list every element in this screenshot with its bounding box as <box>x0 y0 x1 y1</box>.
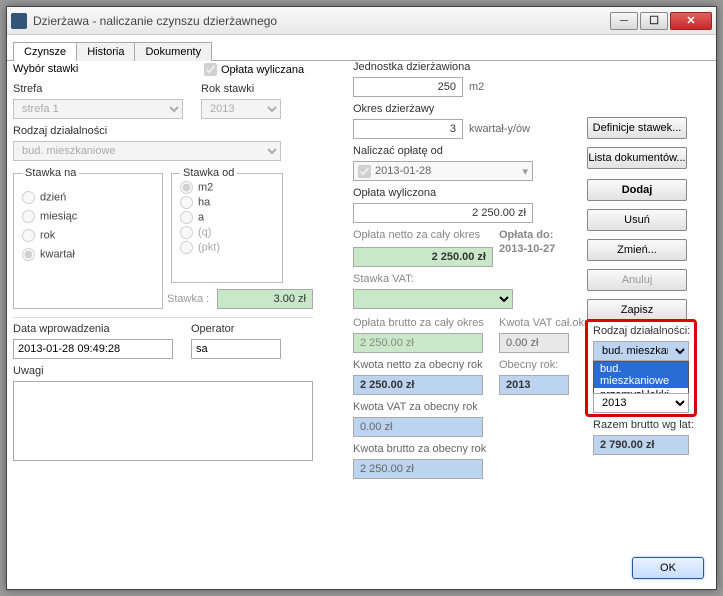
tab-bar: Czynsze Historia Dokumenty <box>7 41 716 61</box>
stawka-na-fieldset: Stawka na dzień miesiąc rok kwartał <box>13 167 163 309</box>
stawka-na-legend: Stawka na <box>22 167 79 179</box>
dodaj-button[interactable]: Dodaj <box>587 179 687 201</box>
stawka-od-legend: Stawka od <box>180 167 237 179</box>
stawka-na-miesiac: miesiąc <box>22 210 154 223</box>
naliczac-value: 2013-01-28 <box>375 165 522 177</box>
tab-dokumenty[interactable]: Dokumenty <box>134 42 212 61</box>
minimize-button[interactable]: ─ <box>610 12 638 30</box>
zmien-button[interactable]: Zmień... <box>587 239 687 261</box>
window-title: Dzierżawa - naliczanie czynszu dzierżawn… <box>33 14 608 28</box>
oplata-netto-okres-value: 2 250.00 zł <box>353 247 493 267</box>
usun-button[interactable]: Usuń <box>587 209 687 231</box>
calendar-icon: ▾ <box>522 165 528 178</box>
oplata-wyliczana-label: Opłata wyliczana <box>221 64 304 76</box>
stawka-od-ha: ha <box>180 196 274 209</box>
kwota-vat-rok-value: 0.00 zł <box>353 417 483 437</box>
stawka-od-pkt: (pkt) <box>180 241 274 254</box>
stawka-na-dzien: dzień <box>22 191 154 204</box>
oplata-wyliczona-value: 2 250.00 zł <box>353 203 533 223</box>
razem-label: Razem brutto wg lat: <box>593 419 694 431</box>
stawka-od-m2: m2 <box>180 181 274 194</box>
oplata-netto-okres-label: Opłata netto za cały okres <box>353 229 480 241</box>
rodzaj-option-mieszkaniowe[interactable]: bud. mieszkaniowe <box>594 362 688 388</box>
oplata-brutto-okres-label: Opłata brutto za cały okres <box>353 317 484 329</box>
zapisz-button[interactable]: Zapisz <box>587 299 687 321</box>
obecny-rok-value: 2013 <box>499 375 569 395</box>
kwota-netto-rok-label: Kwota netto za obecny rok <box>353 359 483 371</box>
kwota-vat-okres-label: Kwota VAT cał.okr <box>499 317 588 329</box>
okres-unit: kwartał-y/ów <box>469 123 530 135</box>
maximize-button[interactable]: ☐ <box>640 12 668 30</box>
tab-czynsze[interactable]: Czynsze <box>13 42 77 61</box>
strefa-label: Strefa <box>13 83 42 95</box>
rok-stawki-label: Rok stawki <box>201 83 254 95</box>
right-year-select[interactable]: 2013 <box>593 393 689 413</box>
oplata-wyliczona-label: Opłata wyliczona <box>353 187 436 199</box>
close-button[interactable]: ✕ <box>670 12 712 30</box>
naliczac-label: Naliczać opłatę od <box>353 145 443 157</box>
ok-button[interactable]: OK <box>632 557 704 579</box>
stawka-vat-select[interactable] <box>353 289 513 309</box>
data-wprowadzenia-input <box>13 339 173 359</box>
oplata-do-value: 2013-10-27 <box>499 243 555 255</box>
oplata-wyliczana-checkbox <box>204 63 217 76</box>
oplata-brutto-okres-value: 2 250.00 zł <box>353 333 483 353</box>
obecny-rok-label: Obecny rok: <box>499 359 558 371</box>
kwota-brutto-rok-value: 2 250.00 zł <box>353 459 483 479</box>
operator-input <box>191 339 281 359</box>
stawka-od-a: a <box>180 211 274 224</box>
right-rodzaj-select[interactable]: bud. mieszkaniowe <box>593 341 689 361</box>
jednostka-label: Jednostka dzierżawiona <box>353 61 470 73</box>
kwota-brutto-rok-label: Kwota brutto za obecny rok <box>353 443 486 455</box>
kwota-vat-okres-value: 0.00 zł <box>499 333 569 353</box>
kwota-netto-rok-value: 2 250.00 zł <box>353 375 483 395</box>
lista-dokumentow-button[interactable]: Lista dokumentów... <box>587 147 687 169</box>
right-rodzaj-label: Rodzaj działalności: <box>593 325 690 337</box>
okres-label: Okres dzierżawy <box>353 103 434 115</box>
stawka-od-q: (q) <box>180 226 274 239</box>
rodzaj-dzialalnosci-select: bud. mieszkaniowe <box>13 141 281 161</box>
stawka-vat-label: Stawka VAT: <box>353 273 414 285</box>
app-icon <box>11 13 27 29</box>
titlebar: Dzierżawa - naliczanie czynszu dzierżawn… <box>7 7 716 35</box>
stawka-value: 3.00 zł <box>217 289 313 309</box>
operator-label: Operator <box>191 323 234 335</box>
data-wprowadzenia-label: Data wprowadzenia <box>13 323 110 335</box>
jednostka-unit: m2 <box>469 81 484 93</box>
okres-value: 3 <box>353 119 463 139</box>
oplata-do-label: Opłata do: <box>499 229 553 241</box>
rok-stawki-select: 2013 <box>201 99 281 119</box>
rodzaj-dzialalnosci-label: Rodzaj działalności <box>13 125 107 137</box>
anuluj-button: Anuluj <box>587 269 687 291</box>
stawka-label: Stawka : <box>167 293 209 305</box>
wybor-stawki-label: Wybór stawki <box>13 63 78 75</box>
stawka-od-fieldset: Stawka od m2 ha a (q) (pkt) <box>171 167 283 283</box>
stawka-na-kwartal: kwartał <box>22 248 154 261</box>
naliczac-checkbox <box>358 165 371 178</box>
kwota-vat-rok-label: Kwota VAT za obecny rok <box>353 401 478 413</box>
definicje-stawek-button[interactable]: Definicje stawek... <box>587 117 687 139</box>
jednostka-value: 250 <box>353 77 463 97</box>
strefa-select: strefa 1 <box>13 99 183 119</box>
razem-value: 2 790.00 zł <box>593 435 689 455</box>
uwagi-textarea[interactable] <box>13 381 313 461</box>
stawka-na-rok: rok <box>22 229 154 242</box>
uwagi-label: Uwagi <box>13 365 44 377</box>
tab-historia[interactable]: Historia <box>76 42 135 61</box>
